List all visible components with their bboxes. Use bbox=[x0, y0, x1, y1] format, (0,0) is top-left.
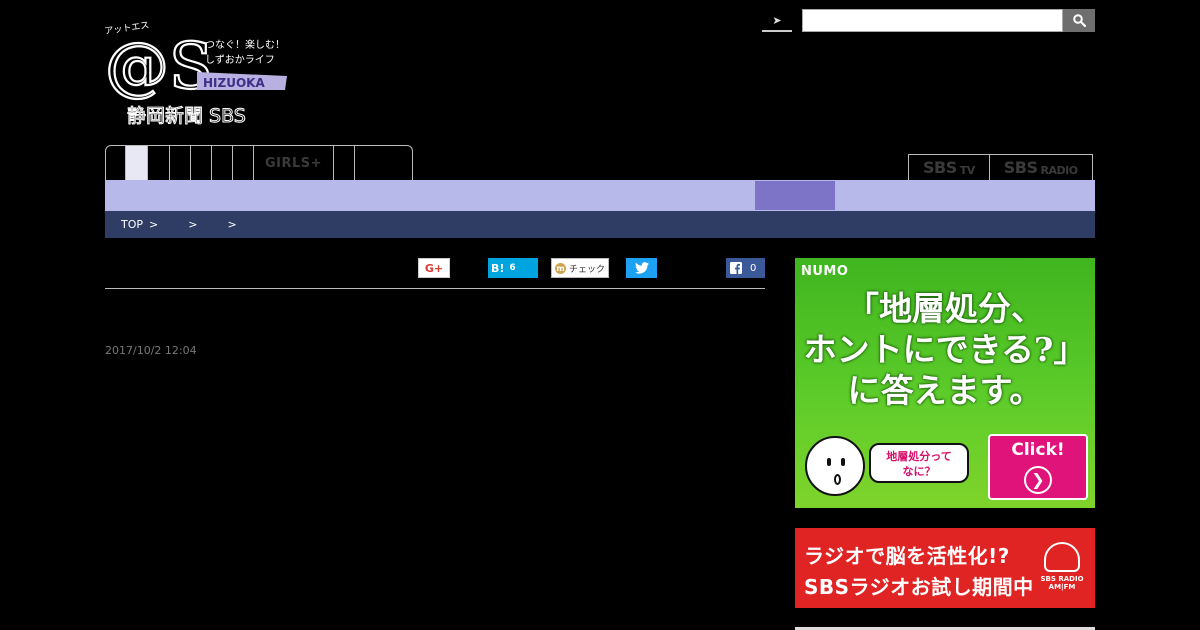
twitter-share-button[interactable] bbox=[626, 258, 657, 278]
numo-headline: 「地層処分、 ホントにできる?」 に答えます。 bbox=[803, 289, 1087, 410]
sbs-radio-logo: SBS RADIO AM|FM bbox=[1036, 542, 1088, 600]
navbar-active-item[interactable] bbox=[755, 181, 835, 210]
numo-click-button[interactable]: Click! ❯ bbox=[988, 434, 1088, 500]
facebook-icon bbox=[730, 262, 742, 274]
hatena-count: 6 bbox=[509, 263, 516, 273]
breadcrumb-separator: > bbox=[188, 218, 198, 231]
tab-girls-plus[interactable]: GIRLS+ bbox=[254, 146, 334, 180]
breadcrumb-separator: > bbox=[149, 218, 159, 231]
radio-ad-line-2: SBSラジオお試し期間中 bbox=[804, 575, 1034, 599]
tab-3[interactable] bbox=[148, 146, 170, 180]
character-face-icon bbox=[805, 436, 865, 496]
search-input[interactable] bbox=[802, 9, 1063, 32]
facebook-count: 0 bbox=[750, 262, 757, 274]
search-icon bbox=[1072, 14, 1086, 27]
article-date: 2017/10/2 12:04 bbox=[105, 344, 197, 357]
breadcrumb: TOP > > > bbox=[105, 211, 1095, 238]
radio-wave-icon bbox=[1044, 542, 1080, 572]
numo-speech-bubble: 地層処分って なに？ bbox=[869, 443, 969, 483]
sbs-radio-link[interactable]: SBS RADIO bbox=[988, 154, 1093, 180]
category-navbar bbox=[105, 180, 1095, 211]
breadcrumb-separator: > bbox=[227, 218, 237, 231]
tab-5[interactable] bbox=[191, 146, 212, 180]
logo-publisher: 静岡新聞 SBS bbox=[127, 105, 246, 127]
sbs-links: SBS TV SBS RADIO bbox=[908, 154, 1093, 180]
logo-hizuoka: HIZUOKA bbox=[203, 76, 265, 90]
tab-7[interactable] bbox=[233, 146, 254, 180]
site-logo[interactable]: アットエス @S つなぐ！楽しむ！ しずおかライフ HIZUOKA 静岡新聞 S… bbox=[105, 14, 295, 129]
mixi-check-button[interactable]: m チェック bbox=[551, 258, 609, 278]
numo-brand: NUMO bbox=[801, 264, 849, 279]
logo-tagline-2: しずおかライフ bbox=[205, 54, 275, 66]
tab-2[interactable] bbox=[126, 146, 148, 180]
tab-1[interactable] bbox=[106, 146, 126, 180]
logo-at-s: @S bbox=[105, 30, 213, 104]
tab-10[interactable] bbox=[355, 146, 392, 180]
logo-tagline-1: つなぐ！楽しむ！ bbox=[205, 38, 285, 51]
chevron-right-icon: ➤ bbox=[772, 13, 782, 27]
sbs-tv-link[interactable]: SBS TV bbox=[908, 154, 989, 180]
breadcrumb-top[interactable]: TOP bbox=[121, 218, 143, 231]
sbs-radio-ad-banner[interactable]: ラジオで脳を活性化!? SBSラジオお試し期間中 SBS RADIO AM|FM bbox=[795, 528, 1095, 608]
hatena-bookmark-button[interactable]: B! 6 bbox=[488, 258, 538, 278]
search-toggle-button[interactable]: ➤ bbox=[762, 10, 792, 32]
hatena-icon: B! bbox=[491, 261, 505, 275]
numo-ad-banner[interactable]: NUMO 「地層処分、 ホントにできる?」 に答えます。 地層処分って なに？ … bbox=[795, 258, 1095, 508]
tab-6[interactable] bbox=[212, 146, 233, 180]
mixi-icon: m bbox=[554, 262, 566, 274]
tab-4[interactable] bbox=[170, 146, 191, 180]
title-divider bbox=[105, 288, 765, 289]
tab-9[interactable] bbox=[334, 146, 355, 180]
page: アットエス @S つなぐ！楽しむ！ しずおかライフ HIZUOKA 静岡新聞 S… bbox=[0, 0, 1200, 630]
twitter-bird-icon bbox=[634, 262, 649, 274]
arrow-right-icon: ❯ bbox=[1024, 466, 1052, 494]
category-tabs: GIRLS+ bbox=[105, 145, 413, 180]
facebook-share-button[interactable]: 0 bbox=[726, 258, 765, 278]
google-plus-share-button[interactable]: G+ bbox=[418, 258, 450, 278]
radio-ad-line-1: ラジオで脳を活性化!? bbox=[804, 544, 1010, 568]
search-button[interactable] bbox=[1063, 9, 1095, 32]
